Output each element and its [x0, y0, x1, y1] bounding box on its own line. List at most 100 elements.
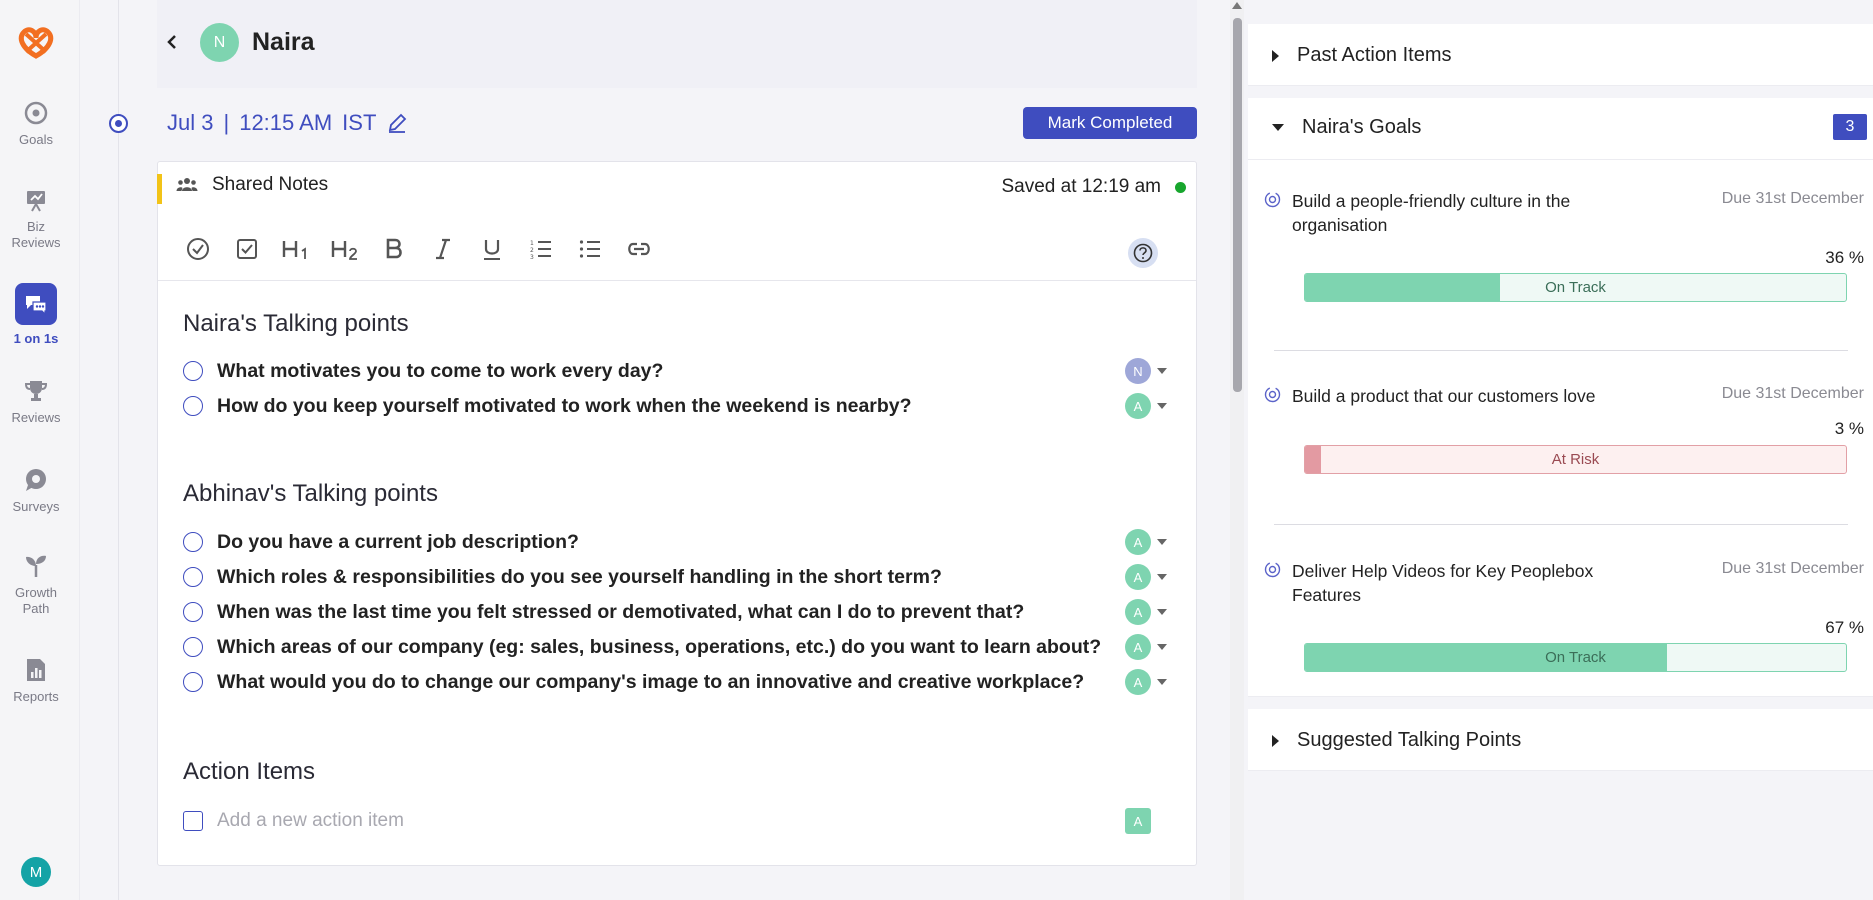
italic-icon	[436, 238, 450, 260]
heading-2-button[interactable]	[325, 230, 365, 268]
goals-toggle[interactable]: Naira's Goals	[1272, 116, 1421, 139]
nav-item-goals[interactable]: Goals	[0, 100, 72, 148]
nav-label: 1 on 1s	[13, 331, 59, 346]
caret-down-icon	[1272, 124, 1284, 131]
chevron-down-icon[interactable]	[1157, 368, 1167, 374]
help-button[interactable]	[1128, 238, 1158, 268]
nav-label: Goals	[19, 132, 53, 147]
italic-button[interactable]	[423, 230, 463, 268]
talking-point-radio[interactable]	[183, 672, 203, 692]
talking-point-owner[interactable]: A	[1125, 599, 1167, 625]
goals-count-badge: 3	[1833, 114, 1867, 140]
talking-point-text[interactable]: How do you keep yourself motivated to wo…	[217, 395, 912, 418]
goal-progress-bar: At Risk	[1304, 445, 1847, 474]
heading-1-icon	[282, 241, 306, 259]
talking-point-text[interactable]: What would you do to change our company'…	[217, 671, 1084, 694]
heading-2-icon	[331, 241, 357, 260]
nav-item-surveys[interactable]: Surveys	[0, 467, 72, 515]
talking-point-button[interactable]	[178, 230, 218, 268]
talking-point-owner[interactable]: A	[1125, 669, 1167, 695]
talking-point-radio[interactable]	[183, 567, 203, 587]
mark-completed-button[interactable]: Mark Completed	[1023, 107, 1197, 139]
talking-point-text[interactable]: Which areas of our company (eg: sales, b…	[217, 636, 1101, 659]
nav-item-biz-reviews[interactable]: Biz Reviews	[0, 187, 72, 251]
action-owner-avatar[interactable]: A	[1125, 808, 1151, 834]
back-button[interactable]	[160, 30, 184, 54]
past-action-items-toggle[interactable]: Past Action Items	[1272, 44, 1452, 67]
bold-button[interactable]	[374, 230, 414, 268]
talking-point-owner[interactable]: A	[1125, 393, 1167, 419]
talking-point-radio[interactable]	[183, 532, 203, 552]
new-action-item-input[interactable]	[217, 810, 817, 832]
talking-point-radio[interactable]	[183, 361, 203, 381]
goal-title[interactable]: Build a people-friendly culture in the o…	[1292, 189, 1632, 237]
owner-avatar: A	[1125, 564, 1151, 590]
sprout-icon	[26, 555, 46, 577]
talking-point-text[interactable]: When was the last time you felt stressed…	[217, 601, 1024, 624]
talking-point-text[interactable]: What motivates you to come to work every…	[217, 360, 663, 383]
bullet-list-button[interactable]	[570, 230, 610, 268]
underline-button[interactable]	[472, 230, 512, 268]
nav-label: Biz Reviews	[11, 219, 61, 250]
owner-avatar: A	[1125, 669, 1151, 695]
talking-point-radio[interactable]	[183, 602, 203, 622]
goal-target-icon	[1264, 191, 1281, 208]
talking-point-owner[interactable]: N	[1125, 358, 1167, 384]
talking-point-radio[interactable]	[183, 396, 203, 416]
toolbar-divider	[158, 280, 1196, 281]
nav-item-reviews[interactable]: Reviews	[0, 378, 72, 426]
notes-header: Shared Notes	[176, 174, 328, 196]
chevron-down-icon[interactable]	[1157, 644, 1167, 650]
main-scrollbar[interactable]	[1230, 0, 1244, 900]
chevron-down-icon[interactable]	[1157, 403, 1167, 409]
owner-avatar: A	[1125, 529, 1151, 555]
chevron-down-icon[interactable]	[1157, 574, 1167, 580]
talking-point-text[interactable]: Which roles & responsibilities do you se…	[217, 566, 942, 589]
suggested-talking-points-toggle[interactable]: Suggested Talking Points	[1272, 729, 1521, 752]
past-action-items-card[interactable]: Past Action Items	[1248, 24, 1873, 86]
talking-point-row: How do you keep yourself motivated to wo…	[183, 391, 1183, 421]
bullet-list-icon	[579, 240, 600, 258]
action-item-checkbox[interactable]	[183, 811, 203, 831]
goal-title[interactable]: Build a product that our customers love	[1292, 384, 1672, 408]
talking-point-radio[interactable]	[183, 637, 203, 657]
scroll-thumb[interactable]	[1233, 18, 1242, 392]
goal-item[interactable]: Build a people-friendly culture in the o…	[1264, 189, 1864, 304]
saved-text: Saved at 12:19 am	[1001, 176, 1162, 197]
goal-item[interactable]: Build a product that our customers love …	[1264, 384, 1864, 484]
suggested-talking-points-card[interactable]: Suggested Talking Points	[1248, 709, 1873, 771]
nav-item-reports[interactable]: Reports	[0, 657, 72, 705]
numbered-list-button[interactable]: 123	[521, 230, 561, 268]
scroll-up-arrow[interactable]	[1232, 2, 1242, 9]
bold-icon	[386, 238, 402, 259]
talking-point-owner[interactable]: A	[1125, 564, 1167, 590]
edit-pencil-icon[interactable]	[386, 112, 408, 134]
goal-progress-bar: On Track	[1304, 643, 1847, 672]
nav-item-growth-path[interactable]: Growth Path	[0, 553, 72, 617]
goal-item[interactable]: Deliver Help Videos for Key Peoplebox Fe…	[1264, 559, 1864, 684]
caret-right-icon	[1272, 49, 1279, 62]
svg-text:3: 3	[530, 254, 534, 261]
chevron-down-icon[interactable]	[1157, 679, 1167, 685]
talking-point-owner[interactable]: A	[1125, 529, 1167, 555]
question-mark-icon	[1133, 243, 1153, 263]
talking-point-text[interactable]: Do you have a current job description?	[217, 531, 579, 554]
goal-status: On Track	[1545, 279, 1606, 296]
chevron-down-icon[interactable]	[1157, 539, 1167, 545]
notes-title: Shared Notes	[212, 174, 329, 195]
chevron-down-icon[interactable]	[1157, 609, 1167, 615]
pretzel-logo-icon[interactable]	[14, 22, 58, 62]
action-item-button[interactable]	[227, 230, 267, 268]
owner-avatar: A	[1125, 599, 1151, 625]
trophy-icon	[24, 381, 48, 401]
nav-item-1-on-1s[interactable]: 1 on 1s	[0, 283, 72, 347]
goal-title[interactable]: Deliver Help Videos for Key Peoplebox Fe…	[1292, 559, 1632, 607]
link-button[interactable]	[619, 230, 659, 268]
action-items-heading: Action Items	[183, 758, 316, 785]
goal-due-date: Due 31st December	[1721, 190, 1864, 207]
talking-point-owner[interactable]: A	[1125, 634, 1167, 660]
user-avatar[interactable]: M	[21, 857, 51, 887]
heading-1-button[interactable]	[276, 230, 316, 268]
goal-due-date: Due 31st December	[1721, 560, 1864, 577]
meeting-time: 12:15 AM	[239, 110, 333, 135]
